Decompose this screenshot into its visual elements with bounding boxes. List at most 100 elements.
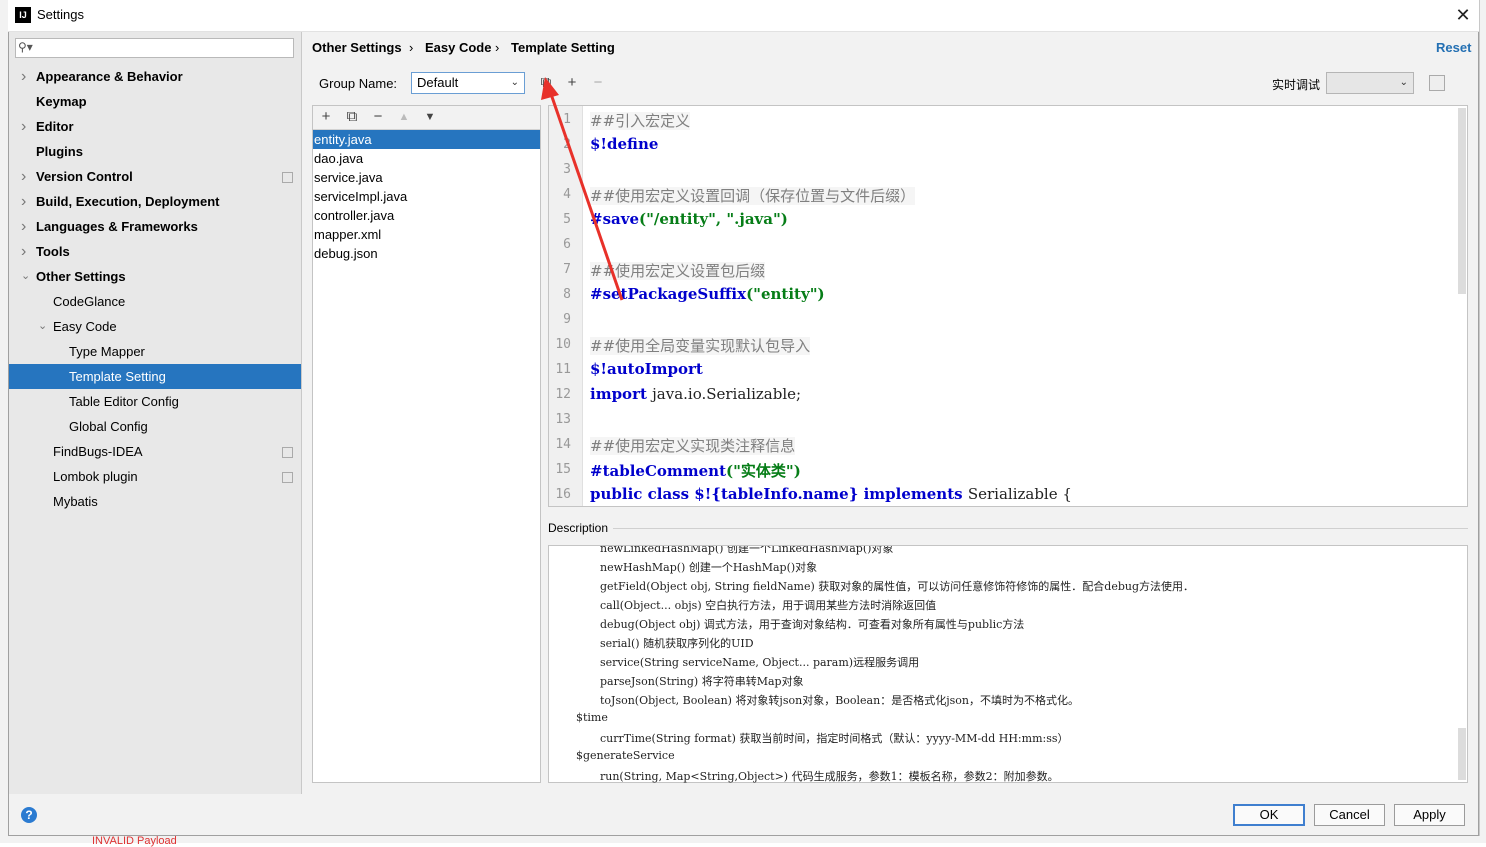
remove-group-icon[interactable]: − (589, 74, 607, 92)
apply-button[interactable]: Apply (1394, 804, 1465, 826)
line-number: 5 (563, 212, 571, 227)
tree-item-tools[interactable]: Tools (36, 239, 70, 264)
code-token: public class (590, 485, 695, 503)
description-scrollbar[interactable] (1458, 728, 1466, 780)
tree-item-plugins[interactable]: Plugins (36, 139, 83, 164)
chevron-right-icon[interactable]: › (21, 69, 31, 85)
reset-link[interactable]: Reset (1436, 40, 1471, 55)
chevron-down-icon[interactable]: ⌄ (21, 270, 31, 283)
move-up-icon[interactable]: ▲ (395, 108, 413, 126)
tree-item-appearance-behavior[interactable]: Appearance & Behavior (36, 64, 183, 89)
copy-file-icon[interactable]: ⧉ (343, 108, 361, 126)
tree-item-version-control[interactable]: Version Control (36, 164, 133, 189)
add-group-icon[interactable]: + (563, 74, 581, 92)
project-level-icon (282, 172, 293, 183)
tree-item-table-editor-config[interactable]: Table Editor Config (69, 389, 179, 414)
editor-scrollbar[interactable] (1458, 108, 1466, 294)
project-level-icon (282, 472, 293, 483)
tree-item-findbugs-idea[interactable]: FindBugs-IDEA (53, 439, 143, 464)
window-title: Settings (37, 7, 84, 22)
code-token: ##使用全局变量实现默认包导入 (590, 337, 811, 355)
breadcrumb-easy-code: Easy Code (425, 40, 492, 55)
chevron-right-icon[interactable]: › (21, 169, 31, 185)
file-item-controller-java[interactable]: controller.java (314, 206, 540, 225)
add-file-icon[interactable]: + (317, 108, 335, 126)
description-line: $generateService (576, 749, 675, 762)
code-token: ##使用宏定义设置回调（保存位置与文件后缀） (590, 187, 916, 205)
close-button[interactable]: ✕ (1452, 4, 1474, 26)
background-ide-strip (0, 0, 8, 843)
line-number: 16 (555, 487, 571, 502)
tree-item-type-mapper[interactable]: Type Mapper (69, 339, 145, 364)
settings-search-input[interactable] (15, 38, 294, 58)
breadcrumb-separator: › (409, 40, 414, 55)
file-item-entity-java[interactable]: entity.java (314, 130, 540, 149)
copy-group-icon[interactable]: ⧉ (537, 74, 555, 92)
tree-item-codeglance[interactable]: CodeGlance (53, 289, 125, 314)
chevron-down-icon: ⌄ (1399, 77, 1408, 88)
tree-item-template-setting[interactable]: Template Setting (69, 364, 166, 389)
tree-item-other-settings[interactable]: Other Settings (36, 264, 126, 289)
code-token: $!autoImport (590, 360, 703, 378)
line-number: 3 (563, 162, 571, 177)
code-token: import (590, 385, 653, 403)
line-number: 15 (555, 462, 571, 477)
chevron-down-icon[interactable]: ⌄ (38, 320, 48, 333)
tree-item-lombok-plugin[interactable]: Lombok plugin (53, 464, 138, 489)
description-label: Description (548, 521, 609, 535)
file-item-service-java[interactable]: service.java (314, 168, 540, 187)
line-number: 10 (555, 337, 571, 352)
tree-item-mybatis[interactable]: Mybatis (53, 489, 98, 514)
description-line: debug(Object obj) 调式方法，用于查询对象结构．可查看对象所有属… (600, 618, 1025, 631)
code-token: java.io.Serializable; (652, 385, 802, 403)
code-line: import java.io.Serializable; (590, 385, 801, 403)
file-item-dao-java[interactable]: dao.java (314, 149, 540, 168)
help-icon[interactable]: ? (21, 807, 37, 823)
file-item-serviceimpl-java[interactable]: serviceImpl.java (314, 187, 540, 206)
chevron-right-icon[interactable]: › (21, 194, 31, 210)
tree-item-languages-frameworks[interactable]: Languages & Frameworks (36, 214, 198, 239)
line-number: 12 (555, 387, 571, 402)
code-token: Serializable { (967, 485, 1072, 503)
realtime-debug-run-icon[interactable] (1429, 75, 1445, 91)
ok-button[interactable]: OK (1233, 804, 1305, 826)
tree-item-build-execution-deployment[interactable]: Build, Execution, Deployment (36, 189, 219, 214)
chevron-down-icon: ⌄ (510, 77, 519, 88)
chevron-right-icon[interactable]: › (21, 119, 31, 135)
tree-item-global-config[interactable]: Global Config (69, 414, 148, 439)
realtime-debug-label: 实时调试 (1272, 78, 1321, 92)
chevron-right-icon[interactable]: › (21, 219, 31, 235)
description-divider (613, 528, 1468, 529)
code-line: ##使用宏定义设置回调（保存位置与文件后缀） (590, 185, 916, 206)
code-line: ##引入宏定义 (590, 110, 691, 131)
realtime-debug-select[interactable]: ⌄ (1326, 72, 1414, 94)
tree-item-easy-code[interactable]: Easy Code (53, 314, 117, 339)
line-number: 13 (555, 412, 571, 427)
breadcrumb-template-setting: Template Setting (511, 40, 615, 55)
code-token: implements (858, 485, 968, 503)
description-line: newHashMap() 创建一个HashMap()对象 (600, 561, 818, 574)
file-item-debug-json[interactable]: debug.json (314, 244, 540, 263)
remove-file-icon[interactable]: − (369, 108, 387, 126)
line-number: 6 (563, 237, 571, 252)
background-error-text: INVALID Payload (92, 835, 177, 847)
chevron-right-icon[interactable]: › (21, 244, 31, 260)
code-token: ##使用宏定义设置包后缀 (590, 262, 766, 280)
code-line: #save("/entity", ".java") (590, 210, 788, 228)
description-line: serial() 随机获取序列化的UID (600, 637, 754, 650)
intellij-app-icon: IJ (15, 7, 31, 23)
line-number: 2 (563, 137, 571, 152)
description-line: currTime(String format) 获取当前时间，指定时间格式（默认… (600, 732, 1069, 745)
code-line: #tableComment("实体类") (590, 460, 801, 481)
group-name-select[interactable]: Default ⌄ (411, 72, 525, 94)
file-item-mapper-xml[interactable]: mapper.xml (314, 225, 540, 244)
breadcrumb-other-settings: Other Settings (312, 40, 402, 55)
move-down-icon[interactable]: ▼ (421, 108, 439, 126)
tree-item-editor[interactable]: Editor (36, 114, 74, 139)
tree-item-keymap[interactable]: Keymap (36, 89, 87, 114)
description-line: call(Object... objs) 空白执行方法，用于调用某些方法时消除返… (600, 599, 937, 612)
code-line: ##使用宏定义设置包后缀 (590, 260, 766, 281)
background-ide-strip-right (1479, 0, 1486, 843)
line-number: 9 (563, 312, 571, 327)
cancel-button[interactable]: Cancel (1314, 804, 1385, 826)
